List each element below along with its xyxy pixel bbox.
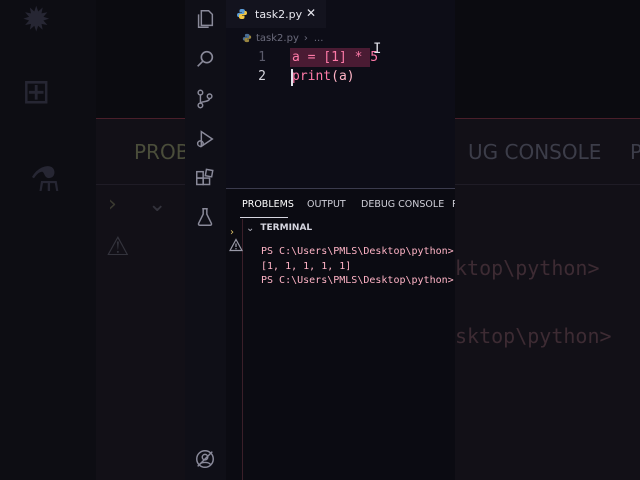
python-file-icon [242,33,252,43]
tab-ports[interactable]: P [452,199,455,210]
text-caret [291,69,293,86]
vscode-window: task2.py ✕ task2.py › ... 1 a = [1] * 5 … [185,0,455,480]
editor-tab-label: task2.py [255,7,303,21]
extensions-icon[interactable] [194,168,216,190]
background-tab-right: UG CONSOLE [468,140,602,164]
active-tab-indicator [240,217,288,218]
breadcrumb-separator-icon: › [303,32,308,44]
code-line-1[interactable]: 1 a = [1] * 5 [226,48,455,68]
code-text: a = [1] * 5 [292,50,379,65]
terminal-line: PS C:\Users\PMLS\Desktop\python> [261,275,454,286]
terminal-title: TERMINAL [260,223,313,233]
background-term-fragment-2: sktop\python> [455,324,612,348]
editor-area: task2.py ✕ task2.py › ... 1 a = [1] * 5 … [226,0,455,188]
background-term-fragment-1: ktop\python> [455,256,600,280]
code-text: print(a) [292,69,355,84]
code-function-name: print [292,69,332,84]
background-flask-icon: ⚗ [30,160,61,200]
background-warning-icon: ⚠ [106,232,130,262]
background-extensions-icon: ⊞ [22,72,51,112]
terminal-header[interactable]: ⌄ TERMINAL [246,221,312,235]
explorer-icon[interactable] [194,8,216,30]
testing-icon[interactable] [194,206,216,228]
background-bug-icon: ✹ [22,0,51,40]
background-chevron-icon: › [108,192,117,217]
terminal-line: PS C:\Users\PMLS\Desktop\python> [261,246,454,257]
activity-bar [185,0,226,480]
bottom-panel: PROBLEMS OUTPUT DEBUG CONSOLE P › ⌄ TERM… [226,188,455,480]
terminal-line: [1, 1, 1, 1, 1] [261,261,352,272]
tab-debug-console[interactable]: DEBUG CONSOLE [361,199,444,210]
code-arguments: (a) [331,69,355,84]
panel-tab-bar: PROBLEMS OUTPUT DEBUG CONSOLE P [226,189,455,219]
close-icon[interactable]: ✕ [306,6,316,20]
line-number: 2 [258,69,266,84]
panel-divider [242,219,243,480]
tab-output[interactable]: OUTPUT [307,199,346,210]
text-cursor-ibeam-icon: I [373,41,382,57]
accounts-icon[interactable] [194,448,216,470]
editor-tab-bar: task2.py ✕ [226,0,455,28]
chevron-down-icon: ⌄ [246,222,255,234]
background-tab-left: PROB [134,140,190,164]
breadcrumb-file[interactable]: task2.py [256,33,299,44]
run-debug-icon[interactable] [194,128,216,150]
source-control-icon[interactable] [194,88,216,110]
line-number: 1 [258,50,266,65]
search-icon[interactable] [194,48,216,70]
background-tab-edge: P [630,140,640,164]
chevron-right-icon[interactable]: › [230,220,246,238]
code-line-2[interactable]: 2 print(a) [226,67,455,87]
python-file-icon [237,9,247,19]
warning-icon[interactable] [229,238,243,252]
breadcrumb-more[interactable]: ... [314,33,324,44]
background-chevron-down-icon: ⌄ [148,192,167,217]
tab-problems[interactable]: PROBLEMS [242,199,294,210]
breadcrumb: task2.py › ... [242,31,323,45]
editor-tab-task2[interactable]: task2.py ✕ [226,0,326,28]
